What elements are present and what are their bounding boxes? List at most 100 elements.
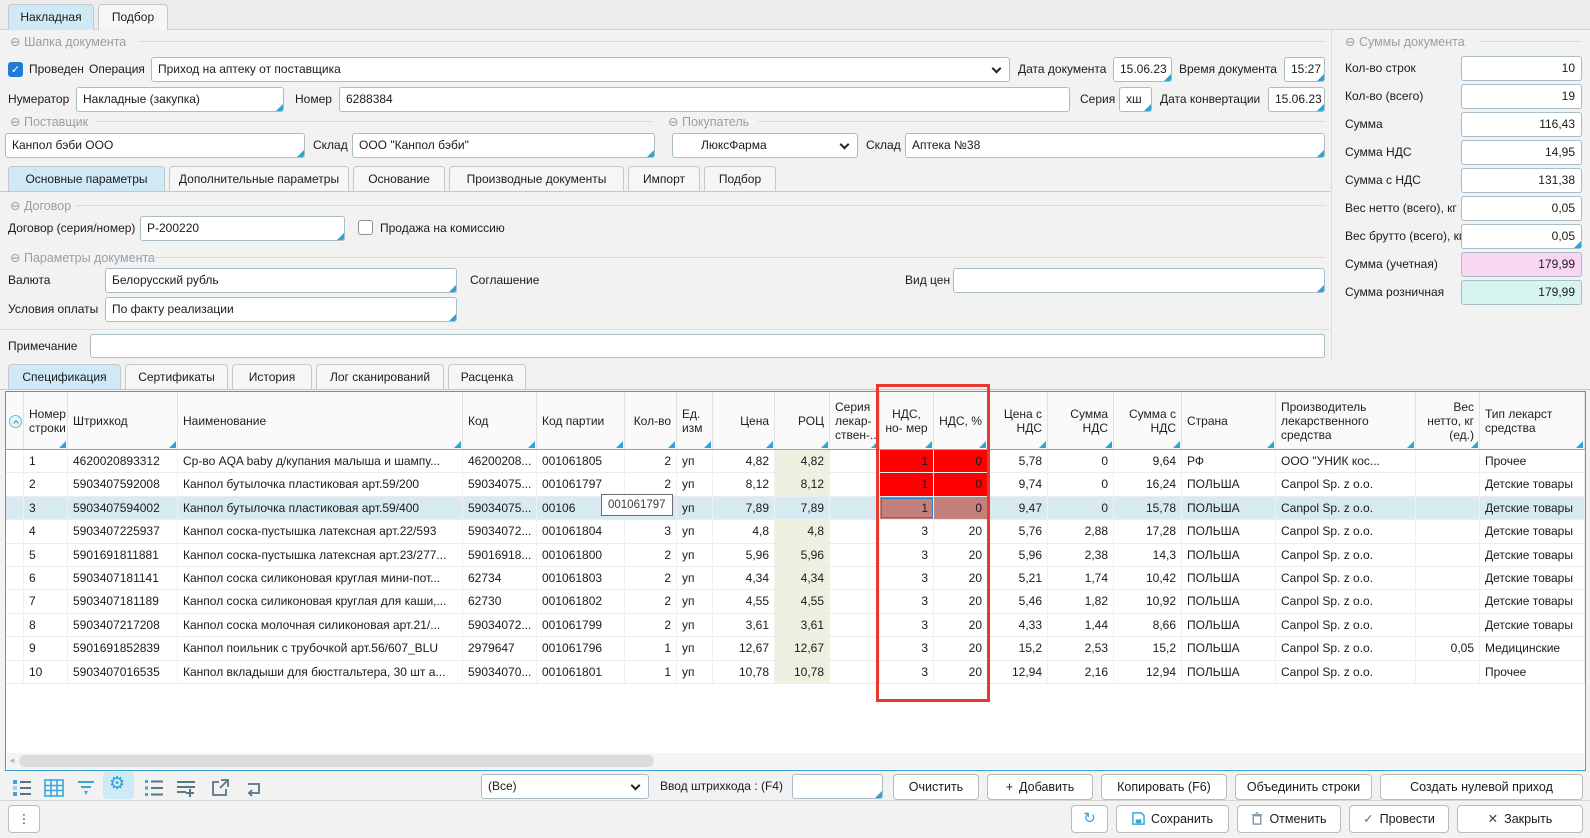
- cell-vat-number[interactable]: 3: [880, 637, 934, 659]
- cell-producer[interactable]: ООО "УНИК кос...: [1276, 450, 1416, 472]
- filter-triangle-icon[interactable]: [1407, 441, 1414, 448]
- save-button[interactable]: Сохранить: [1116, 805, 1229, 833]
- cell-drug-type[interactable]: Медицинские: [1480, 637, 1585, 659]
- cell-row-number[interactable]: 1: [24, 450, 68, 472]
- cell-row-number[interactable]: 2: [24, 473, 68, 495]
- cell-price-with-vat[interactable]: 9,47: [988, 497, 1048, 519]
- cell-country[interactable]: ПОЛЬША: [1182, 497, 1276, 519]
- cell-row-number[interactable]: 5: [24, 544, 68, 566]
- cell-vat-percent[interactable]: 20: [934, 520, 988, 542]
- cell-qty[interactable]: 2: [625, 544, 677, 566]
- cell-barcode[interactable]: 5903407016535: [68, 661, 178, 683]
- filter-triangle-icon[interactable]: [59, 441, 66, 448]
- cell-qty[interactable]: 3: [625, 520, 677, 542]
- posted-checkbox[interactable]: ✓: [8, 62, 23, 77]
- column-header-code[interactable]: Код: [463, 392, 537, 449]
- cell-batch-code[interactable]: 001061797: [537, 473, 625, 495]
- cell-sum-with-vat[interactable]: 17,28: [1114, 520, 1182, 542]
- cell-row-number[interactable]: 8: [24, 614, 68, 636]
- column-header-unit[interactable]: Ед. изм: [677, 392, 713, 449]
- tab-specification[interactable]: Спецификация: [8, 364, 121, 390]
- cell-barcode[interactable]: 5903407225937: [68, 520, 178, 542]
- numerator-field[interactable]: Накладные (закупка): [76, 87, 284, 112]
- more-actions-button[interactable]: ⋮: [8, 805, 40, 833]
- conversion-date-field[interactable]: 15.06.23: [1268, 87, 1325, 112]
- table-row[interactable]: 55901691811881Канпол соска-пустышка лате…: [6, 544, 1585, 567]
- cell-price-with-vat[interactable]: 5,21: [988, 567, 1048, 589]
- cell-net-weight[interactable]: [1416, 661, 1480, 683]
- cell-code[interactable]: 46200208...: [463, 450, 537, 472]
- cell-code[interactable]: 2979647: [463, 637, 537, 659]
- row-indicator-cell[interactable]: [6, 637, 24, 659]
- cell-country[interactable]: ПОЛЬША: [1182, 567, 1276, 589]
- cell-code[interactable]: 59016918...: [463, 544, 537, 566]
- cell-price[interactable]: 4,8: [713, 520, 775, 542]
- cell-price[interactable]: 4,55: [713, 590, 775, 612]
- cell-barcode[interactable]: 4620020893312: [68, 450, 178, 472]
- cell-qty[interactable]: 2: [625, 614, 677, 636]
- table-row[interactable]: 105903407016535Канпол вкладыши для бюстг…: [6, 661, 1585, 684]
- contract-number-field[interactable]: P-200220: [140, 216, 345, 241]
- group-title-supplier[interactable]: ⊖ Поставщик: [10, 114, 88, 129]
- cell-price-with-vat[interactable]: 5,96: [988, 544, 1048, 566]
- cell-price-with-vat[interactable]: 12,94: [988, 661, 1048, 683]
- tab-selection[interactable]: Подбор: [98, 4, 168, 30]
- collapse-all-icon[interactable]: [9, 415, 22, 428]
- cell-price[interactable]: 3,61: [713, 614, 775, 636]
- merge-rows-button[interactable]: Объединить строки: [1235, 774, 1372, 800]
- filter-triangle-icon[interactable]: [454, 441, 461, 448]
- table-row[interactable]: 45903407225937Канпол соска-пустышка лате…: [6, 520, 1585, 543]
- supplier-warehouse-field[interactable]: ООО "Канпол бэби": [352, 133, 655, 158]
- cell-country[interactable]: ПОЛЬША: [1182, 661, 1276, 683]
- cell-vat-number[interactable]: 3: [880, 567, 934, 589]
- filter-triangle-icon[interactable]: [1105, 441, 1112, 448]
- cell-drug-type[interactable]: Детские товары: [1480, 590, 1585, 612]
- cell-drug-type[interactable]: Детские товары: [1480, 473, 1585, 495]
- cell-series[interactable]: [830, 473, 880, 495]
- cell-sum-with-vat[interactable]: 8,66: [1114, 614, 1182, 636]
- cell-barcode[interactable]: 5903407181141: [68, 567, 178, 589]
- cell-price[interactable]: 5,96: [713, 544, 775, 566]
- column-header-vat-number[interactable]: НДС, но- мер: [880, 392, 934, 449]
- filter-triangle-icon[interactable]: [1471, 441, 1478, 448]
- filter-triangle-icon[interactable]: [528, 441, 535, 448]
- group-title-header[interactable]: ⊖ Шапка документа: [10, 34, 126, 49]
- buyer-combobox[interactable]: ЛюксФарма: [672, 133, 858, 158]
- column-header-vat-sum[interactable]: Сумма НДС: [1048, 392, 1114, 449]
- cell-qty[interactable]: 1: [625, 637, 677, 659]
- cell-sum-with-vat[interactable]: 15,2: [1114, 637, 1182, 659]
- tab-main-params[interactable]: Основные параметры: [8, 166, 165, 192]
- doc-date-field[interactable]: 15.06.23: [1113, 57, 1172, 82]
- payment-terms-field[interactable]: По факту реализации: [105, 297, 457, 322]
- horizontal-scrollbar[interactable]: ◄: [7, 753, 1584, 769]
- cell-barcode[interactable]: 5901691811881: [68, 544, 178, 566]
- cell-unit[interactable]: уп: [677, 473, 713, 495]
- filter-triangle-icon[interactable]: [766, 441, 773, 448]
- cell-price[interactable]: 10,78: [713, 661, 775, 683]
- cell-unit[interactable]: уп: [677, 520, 713, 542]
- cell-qty[interactable]: 2: [625, 590, 677, 612]
- cell-name[interactable]: Канпол соска молочная силиконовая арт.21…: [178, 614, 463, 636]
- cell-name[interactable]: Канпол соска-пустышка латексная арт.22/5…: [178, 520, 463, 542]
- filter-triangle-icon[interactable]: [169, 441, 176, 448]
- cell-country[interactable]: ПОЛЬША: [1182, 473, 1276, 495]
- cell-unit[interactable]: уп: [677, 450, 713, 472]
- cell-series[interactable]: [830, 661, 880, 683]
- row-indicator-cell[interactable]: [6, 614, 24, 636]
- filter-triangle-icon[interactable]: [1173, 441, 1180, 448]
- table-row[interactable]: 14620020893312Ср-во AQA baby д/купания м…: [6, 450, 1585, 473]
- collapse-all-header-cell[interactable]: [6, 392, 24, 449]
- cell-net-weight[interactable]: [1416, 473, 1480, 495]
- cell-price[interactable]: 8,12: [713, 473, 775, 495]
- cell-vat-sum[interactable]: 1,82: [1048, 590, 1114, 612]
- cell-price[interactable]: 7,89: [713, 497, 775, 519]
- cell-drug-type[interactable]: Прочее: [1480, 450, 1585, 472]
- row-indicator-cell[interactable]: [6, 497, 24, 519]
- cell-sum-with-vat[interactable]: 15,78: [1114, 497, 1182, 519]
- cell-vat-percent[interactable]: 0: [934, 497, 988, 519]
- cell-vat-number[interactable]: 3: [880, 544, 934, 566]
- buyer-warehouse-field[interactable]: Аптека №38: [905, 133, 1325, 158]
- clear-button[interactable]: Очистить: [893, 774, 979, 800]
- cell-vat-sum[interactable]: 1,44: [1048, 614, 1114, 636]
- cell-drug-type[interactable]: Детские товары: [1480, 544, 1585, 566]
